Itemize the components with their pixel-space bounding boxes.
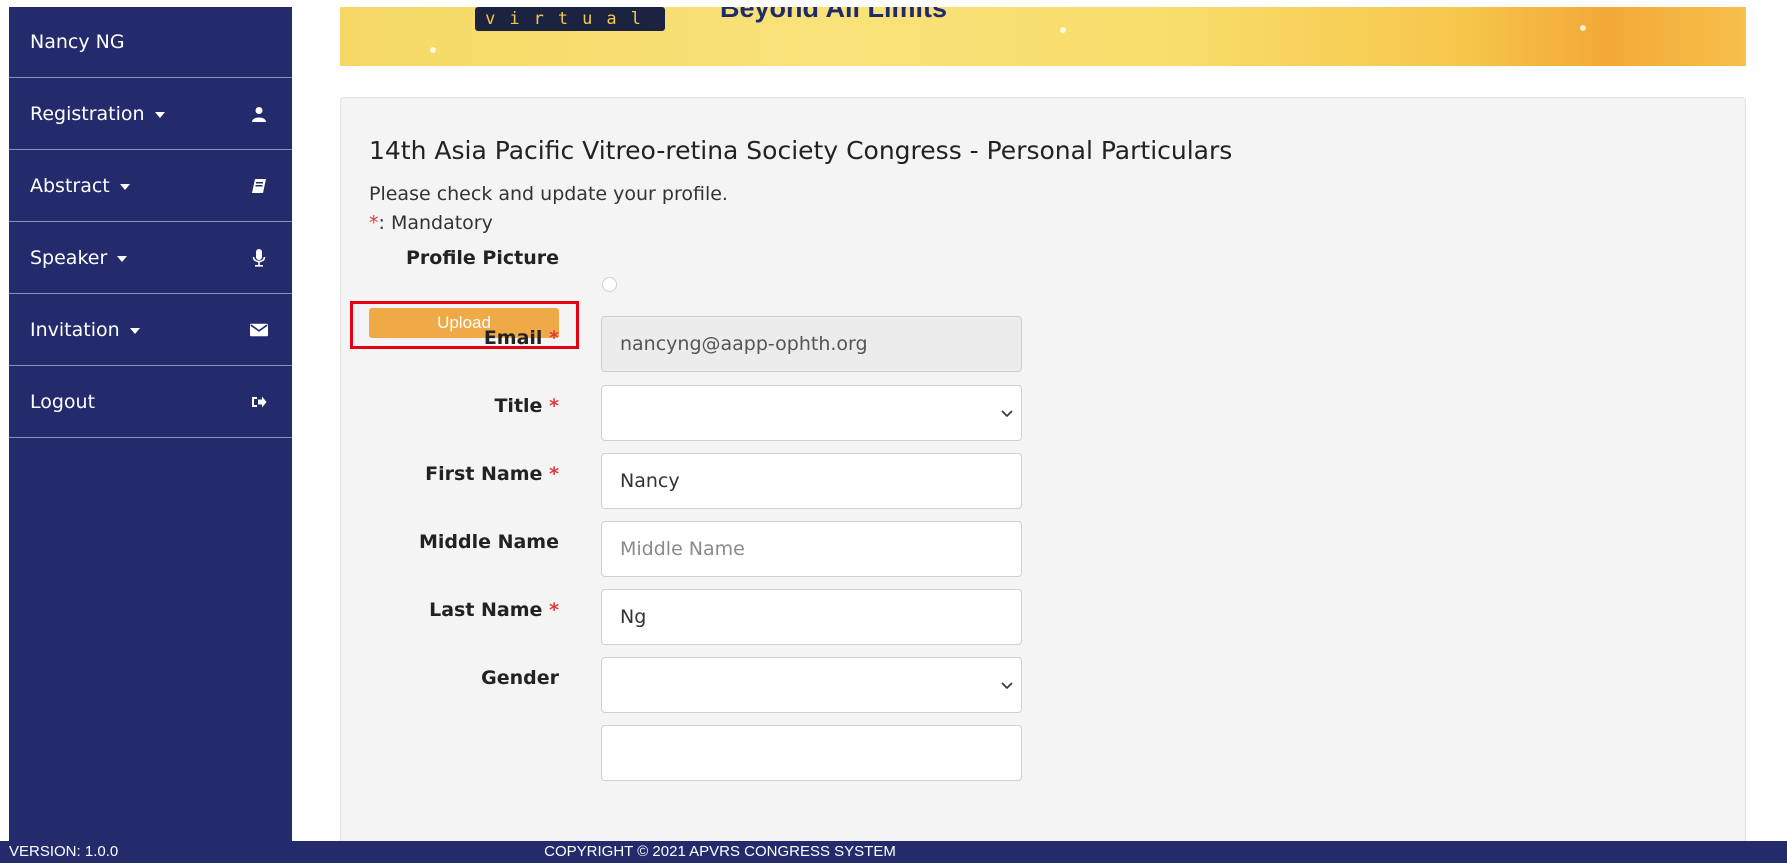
- sign-out-icon: [250, 393, 268, 411]
- first-name-label: First Name *: [369, 463, 559, 485]
- personal-particulars-card: 14th Asia Pacific Vitreo-retina Society …: [340, 97, 1746, 857]
- first-name-input[interactable]: Nancy: [601, 453, 1022, 509]
- sidebar-item-logout[interactable]: Logout: [9, 366, 292, 438]
- title-label: Title *: [369, 395, 559, 417]
- last-name-label-text: Last Name: [429, 599, 543, 621]
- chevron-down-icon: [1001, 404, 1013, 422]
- sidebar: Nancy NG Registration Abstract Speaker I…: [9, 7, 292, 841]
- first-name-label-text: First Name: [425, 463, 543, 485]
- gender-select[interactable]: [601, 657, 1022, 713]
- required-mark: *: [369, 212, 379, 234]
- banner-decoration: [1580, 25, 1586, 31]
- required-mark: *: [549, 327, 559, 349]
- required-mark: *: [549, 463, 559, 485]
- microphone-icon: [250, 248, 268, 267]
- email-label: Email *: [369, 327, 559, 349]
- last-name-input[interactable]: Ng: [601, 589, 1022, 645]
- sidebar-item-abstract[interactable]: Abstract: [9, 150, 292, 222]
- chevron-down-icon: [1001, 676, 1013, 694]
- sidebar-item-registration[interactable]: Registration: [9, 78, 292, 150]
- profile-picture-preview: [602, 277, 617, 292]
- last-name-label: Last Name *: [369, 599, 559, 621]
- footer: VERSION: 1.0.0 COPYRIGHT © 2021 APVRS CO…: [0, 841, 1787, 863]
- mandatory-note: *: Mandatory: [369, 212, 493, 234]
- email-field: nancyng@aapp-ophth.org: [601, 316, 1022, 372]
- congress-banner: virtual Beyond All Limits: [340, 7, 1746, 66]
- profile-picture-label: Profile Picture: [405, 247, 559, 269]
- next-field-partial[interactable]: [601, 725, 1022, 781]
- title-label-text: Title: [494, 395, 543, 417]
- sidebar-item-speaker[interactable]: Speaker: [9, 222, 292, 294]
- page-title: 14th Asia Pacific Vitreo-retina Society …: [369, 136, 1233, 165]
- sidebar-item-label: Logout: [30, 390, 96, 413]
- sidebar-item-invitation[interactable]: Invitation: [9, 294, 292, 366]
- caret-down-icon: [117, 255, 128, 262]
- mandatory-text: : Mandatory: [378, 212, 493, 234]
- banner-decoration: [430, 47, 436, 53]
- banner-decoration: [1060, 27, 1066, 33]
- required-mark: *: [549, 395, 559, 417]
- sidebar-item-label: Abstract: [30, 174, 110, 197]
- sidebar-item-label: Speaker: [30, 246, 108, 269]
- email-label-text: Email: [483, 327, 543, 349]
- sidebar-user-name: Nancy NG: [9, 7, 292, 78]
- caret-down-icon: [129, 327, 140, 334]
- book-icon: [250, 177, 268, 195]
- copyright-text: COPYRIGHT © 2021 APVRS CONGRESS SYSTEM: [544, 843, 896, 860]
- middle-name-label: Middle Name: [418, 531, 559, 553]
- caret-down-icon: [119, 183, 130, 190]
- envelope-icon: [250, 321, 268, 339]
- user-icon: [250, 105, 268, 123]
- required-mark: *: [549, 599, 559, 621]
- virtual-badge: virtual: [475, 7, 665, 31]
- sidebar-item-label: Registration: [30, 102, 145, 125]
- title-select[interactable]: [601, 385, 1022, 441]
- gender-label: Gender: [481, 667, 559, 689]
- middle-name-input[interactable]: Middle Name: [601, 521, 1022, 577]
- sidebar-item-label: Invitation: [30, 318, 120, 341]
- page-subtitle: Please check and update your profile.: [369, 183, 728, 205]
- caret-down-icon: [154, 111, 165, 118]
- banner-tagline: Beyond All Limits: [720, 7, 948, 23]
